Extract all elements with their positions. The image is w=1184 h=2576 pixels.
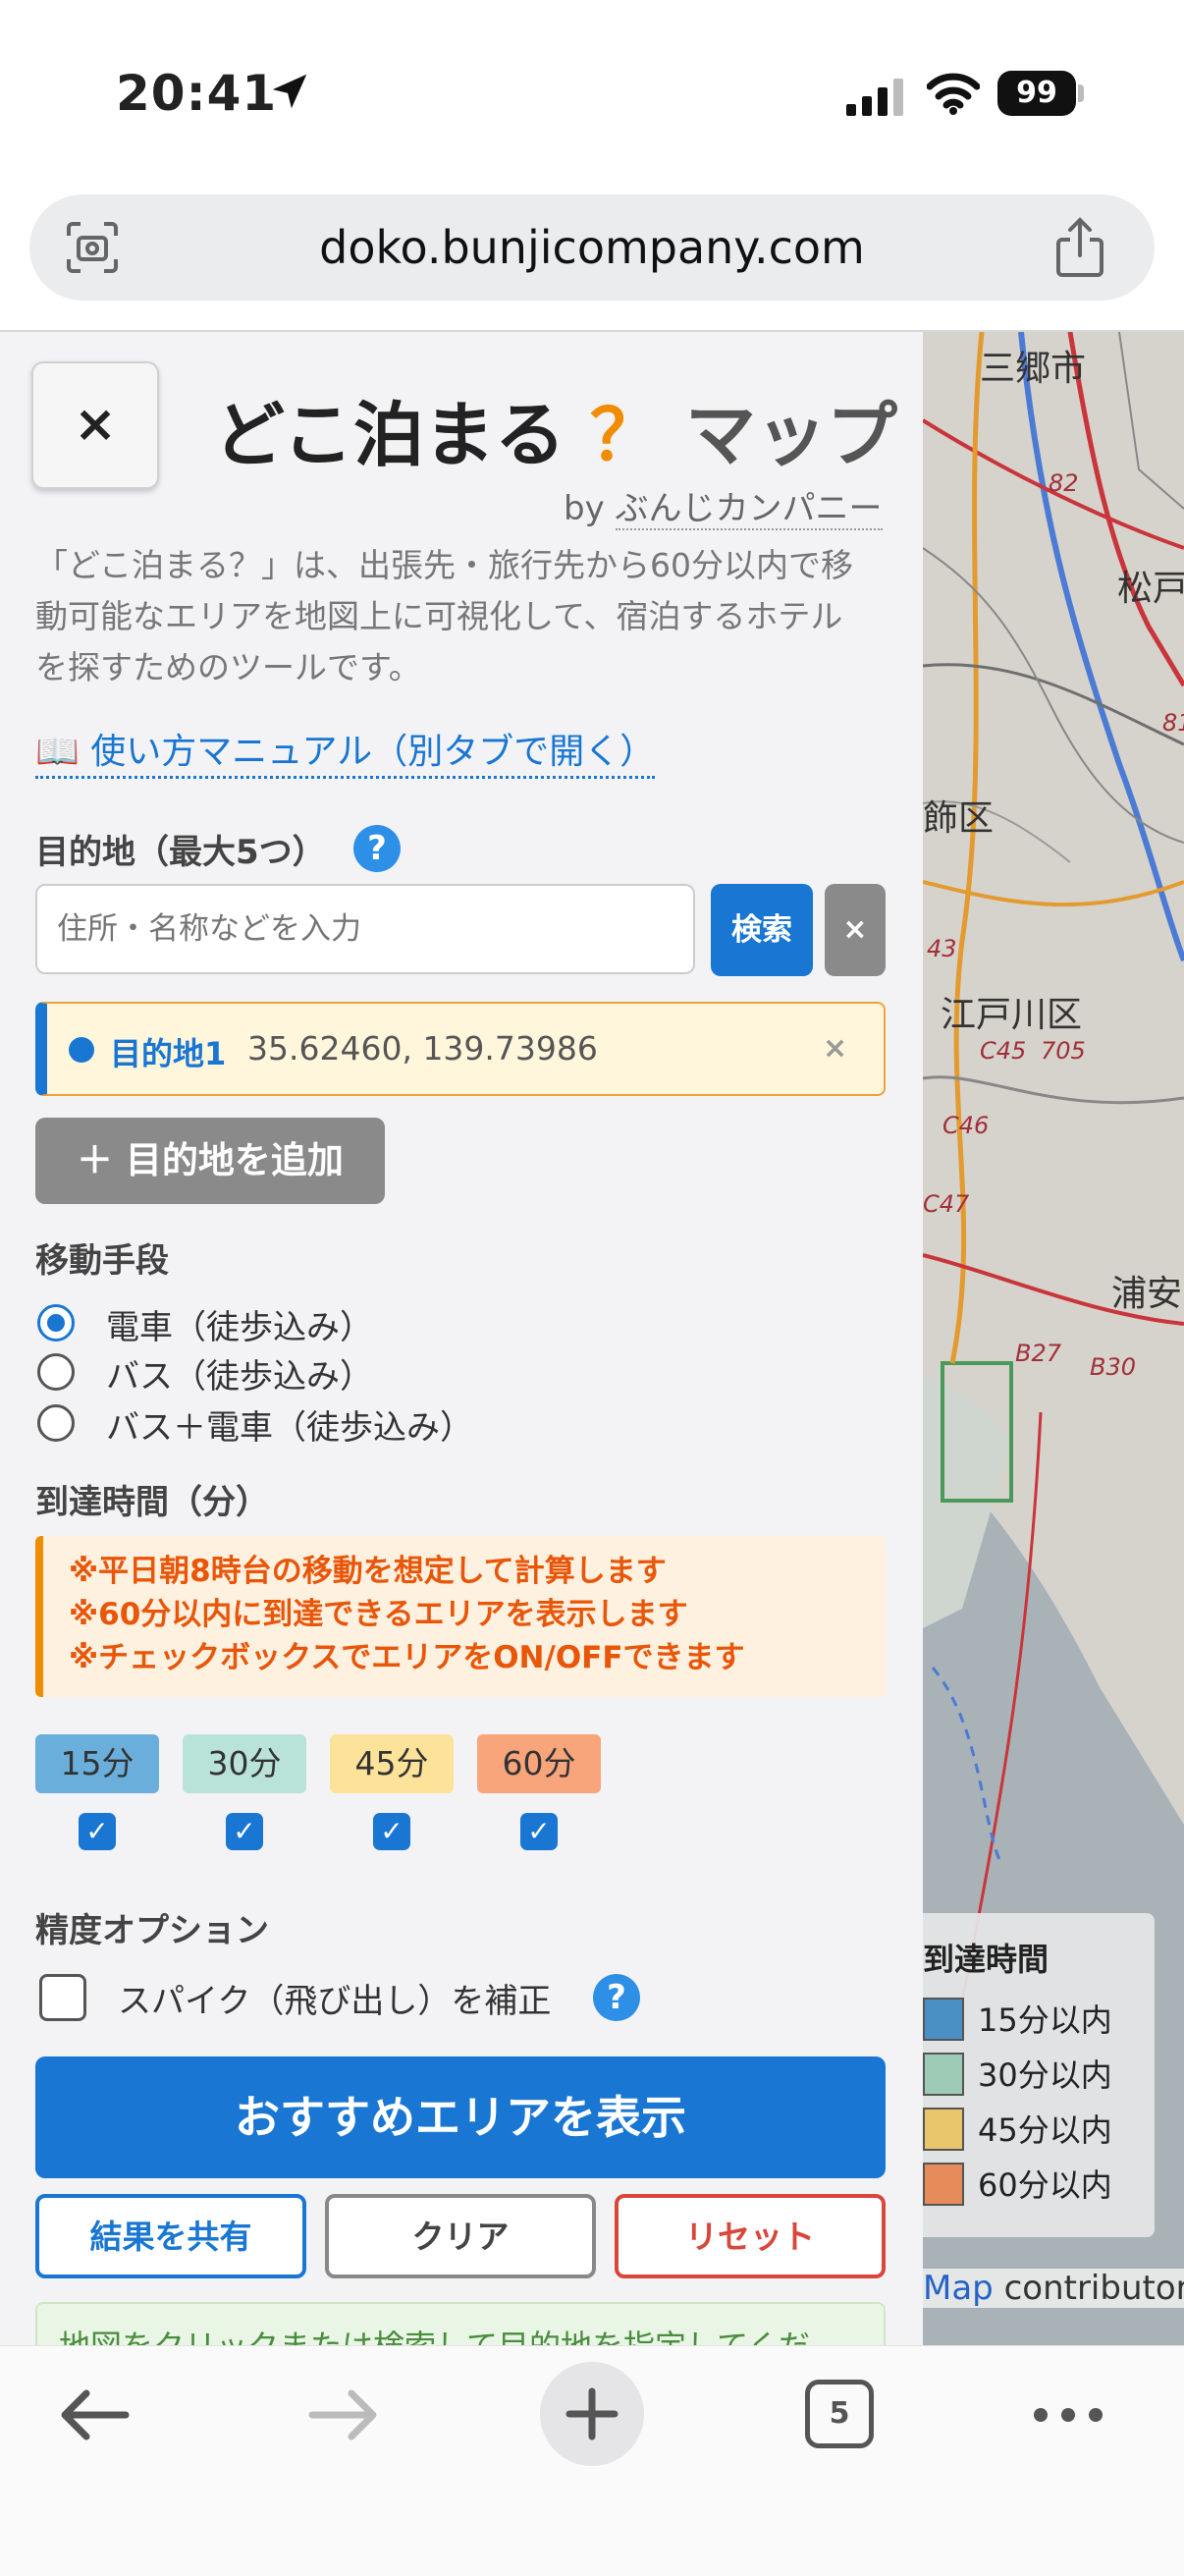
control-panel: × どこ泊まる ？ マップ by ぶんじカンパニー 「どこ泊まる？」は、出張先・… [0, 332, 923, 2345]
map-route-label: C46 [942, 1112, 990, 1139]
legend-swatch [923, 2163, 964, 2206]
attribution-text: contributors [1003, 2269, 1184, 2308]
map-route-label: 705 [1041, 1037, 1086, 1065]
company-link[interactable]: ぶんじカンパニー [615, 489, 883, 530]
browser-toolbar: 5 [0, 2345, 1184, 2576]
map-route-label: 82 [1049, 469, 1079, 497]
new-tab-button[interactable] [540, 2362, 644, 2466]
manual-link[interactable]: 📖 使い方マニュアル（別タブで開く） [35, 723, 656, 779]
url-text[interactable]: doko.bunjicompany.com [29, 194, 1155, 301]
map-route-label: C45 [980, 1037, 1027, 1065]
destinations-label: 目的地（最大5つ） [35, 833, 326, 872]
byline-by: by [564, 489, 605, 528]
clear-search-button[interactable]: × [825, 884, 886, 976]
add-destination-button[interactable]: ＋ 目的地を追加 [35, 1118, 385, 1204]
spike-label[interactable]: スパイク（飛び出し）を補正 [118, 1974, 551, 2022]
share-result-button[interactable]: 結果を共有 [35, 2194, 306, 2278]
legend-label: 60分以内 [978, 2166, 1112, 2204]
radio-button[interactable] [37, 1304, 75, 1342]
destination-marker-icon [69, 1037, 94, 1063]
wifi-icon [927, 73, 980, 115]
radio-label[interactable]: バス＋電車（徒歩込み） [106, 1400, 473, 1449]
time-60-checkbox[interactable]: ✓ [520, 1813, 558, 1850]
time-15-checkbox[interactable]: ✓ [79, 1813, 116, 1850]
status-bar: 20:41 99 [0, 0, 1184, 187]
battery-indicator: 99 [997, 71, 1076, 116]
time-label: 到達時間（分） [35, 1483, 269, 1522]
page-title: どこ泊まる ？ マップ [214, 377, 897, 480]
map-view[interactable]: 三郷市 松戸 飾区 江戸川区 浦安 82 81 43 C45 705 C46 C… [923, 332, 1184, 2345]
location-arrow-icon [272, 74, 307, 109]
map-route-label: B30 [1090, 1353, 1137, 1381]
legend-swatch [923, 2053, 964, 2096]
show-area-button[interactable]: おすすめエリアを表示 [35, 2056, 886, 2178]
spike-checkbox[interactable] [39, 1974, 86, 2021]
tabs-button[interactable]: 5 [805, 2380, 874, 2448]
time-chip-30: 30分 [183, 1734, 306, 1793]
title-main: どこ泊まる [214, 394, 565, 476]
destination-item[interactable]: 目的地1 35.62460, 139.73986 × [35, 1002, 886, 1096]
title-question-mark: ？ [589, 394, 661, 476]
attribution-link[interactable]: Map [923, 2269, 994, 2308]
map-route-label: 81 [1162, 709, 1184, 737]
transport-label: 移動手段 [35, 1241, 169, 1281]
map-label: 浦安 [1111, 1274, 1183, 1314]
radio-button[interactable] [37, 1404, 75, 1442]
intro-line: 動可能なエリアを地図上に可視化して、宿泊するホテル [35, 597, 843, 635]
legend-label: 30分以内 [978, 2056, 1112, 2094]
search-button[interactable]: 検索 [711, 884, 813, 976]
back-arrow-icon[interactable] [57, 2385, 132, 2444]
precision-label: 精度オプション [35, 1911, 269, 1950]
cellular-signal-icon [846, 79, 903, 116]
reset-button[interactable]: リセット [615, 2194, 886, 2278]
forward-arrow-icon[interactable] [306, 2385, 381, 2444]
radio-label[interactable]: バス（徒歩込み） [106, 1349, 373, 1398]
remove-destination-button[interactable]: × [823, 1031, 847, 1066]
intro-text: 「どこ泊まる？」は、出張先・旅行先から60分以内で移 動可能なエリアを地図上に可… [35, 540, 891, 693]
byline: by ぶんじカンパニー [564, 481, 883, 530]
legend-label: 15分以内 [978, 2001, 1112, 2039]
address-bar[interactable]: doko.bunjicompany.com [29, 194, 1155, 301]
time-30-checkbox[interactable]: ✓ [226, 1813, 263, 1850]
intro-line: を探すためのツールです。 [35, 648, 421, 686]
time-chip-15: 15分 [35, 1734, 159, 1793]
legend-label: 45分以内 [978, 2111, 1112, 2149]
legend-swatch [923, 1998, 964, 2041]
map-attribution[interactable]: Map contributors [923, 2269, 1184, 2308]
time-chip-45: 45分 [330, 1734, 454, 1793]
legend-swatch [923, 2108, 964, 2151]
destination-name: 目的地1 [110, 1035, 227, 1072]
notice-line: ※チェックボックスでエリアをON/OFFできます [69, 1640, 745, 1675]
radio-label[interactable]: 電車（徒歩込み） [106, 1300, 373, 1348]
time-45-checkbox[interactable]: ✓ [373, 1813, 410, 1850]
close-panel-button[interactable]: × [31, 361, 159, 489]
share-icon[interactable] [1050, 216, 1109, 279]
notice-line: ※60分以内に到達できるエリアを表示します [69, 1597, 688, 1632]
legend-title: 到達時間 [923, 1941, 1049, 1978]
map-label: 松戸 [1117, 569, 1184, 609]
status-message: 地図をクリックまたは検索して目的地を指定してくだ [35, 2302, 886, 2345]
map-route-label: 43 [927, 935, 957, 962]
status-time: 20:41 [116, 65, 278, 122]
notice-box: ※平日朝8時台の移動を想定して計算します ※60分以内に到達できるエリアを表示し… [35, 1536, 886, 1697]
plus-icon [565, 2387, 619, 2440]
help-icon[interactable]: ? [593, 1974, 640, 2021]
destination-coords: 35.62460, 139.73986 [247, 1029, 598, 1068]
intro-line: 「どこ泊まる？」は、出張先・旅行先から60分以内で移 [35, 546, 854, 584]
notice-line: ※平日朝8時台の移動を想定して計算します [69, 1554, 667, 1589]
map-label: 飾区 [923, 798, 995, 839]
help-icon[interactable]: ? [353, 825, 401, 872]
radio-button[interactable] [37, 1353, 75, 1391]
search-input[interactable] [35, 884, 695, 974]
map-route-label: C47 [923, 1190, 970, 1218]
map-label: 江戸川区 [941, 995, 1083, 1035]
map-legend: 到達時間 15分以内 30分以内 45分以内 60分以内 [923, 1913, 1155, 2237]
title-map: マップ [685, 394, 898, 476]
map-route-label: B27 [1015, 1340, 1062, 1367]
map-label: 三郷市 [980, 349, 1087, 389]
time-chip-60: 60分 [477, 1734, 601, 1793]
more-icon[interactable] [1031, 2403, 1105, 2427]
battery-tip [1078, 84, 1084, 102]
clear-button[interactable]: クリア [325, 2194, 596, 2278]
